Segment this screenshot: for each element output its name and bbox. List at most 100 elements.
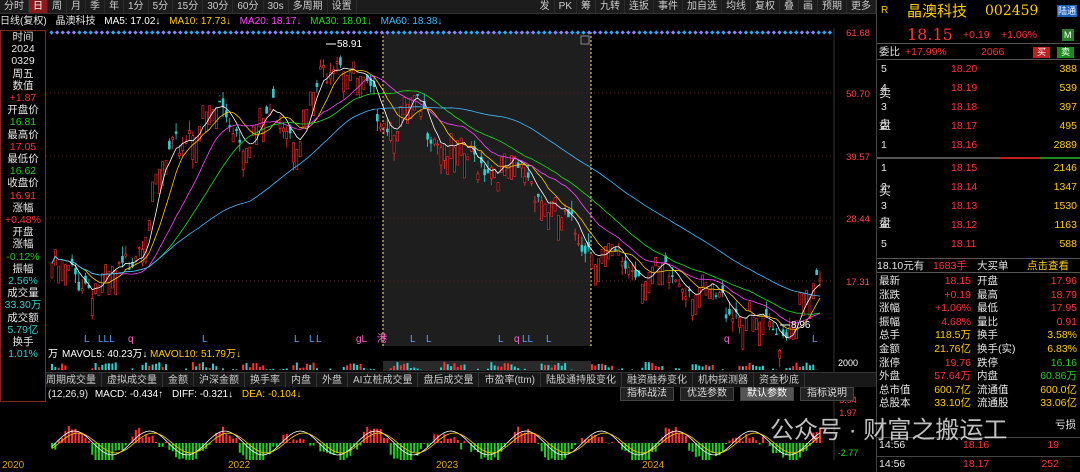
macd-bar [218,432,221,443]
volume-bar [349,363,352,370]
indicator-tab[interactable]: 外盘 [317,373,348,387]
period-button-6[interactable]: 1分 [124,0,149,13]
indicator-tab[interactable]: 机构探测器 [693,373,754,387]
big-order-banner[interactable]: 18.10元有 1683手 大买单 点击查看 [877,258,1080,273]
macd-bar [346,443,349,458]
macd-bar [483,443,486,458]
volume-bar [554,365,557,370]
stat-label: 最新 [879,275,900,287]
tool-button-5[interactable]: 事件 [654,0,683,13]
macd-bar [386,438,389,443]
macd-bar [631,443,634,460]
period-button-0[interactable]: 分时 [0,0,29,13]
m-badge[interactable]: M [1062,29,1074,41]
volume-bar [440,367,443,370]
period-button-1[interactable]: 日 [29,0,48,13]
indicator-tab[interactable]: 沪深金额 [194,373,245,387]
macd-bar [668,428,671,443]
period-button-2[interactable]: 周 [48,0,67,13]
tool-button-11[interactable]: 预期 [818,0,847,13]
indicator-tab[interactable]: 金额 [163,373,194,387]
volume-bar [748,362,751,370]
tool-button-9[interactable]: 叠 [780,0,799,13]
indicator-tab[interactable]: 盘后成交量 [418,373,480,387]
stat-value: 33.06亿 [1040,397,1077,410]
macd-bar [530,432,533,443]
period-button-10[interactable]: 60分 [233,0,264,13]
period-button-9[interactable]: 30分 [203,0,234,13]
tool-button-0[interactable]: 发 [536,0,555,13]
tool-button-3[interactable]: 九转 [596,0,625,13]
volume-bar [590,364,593,370]
volume-bar [547,365,550,370]
period-button-5[interactable]: 年 [105,0,124,13]
volume-bar [416,368,419,370]
indicator-tab[interactable]: 虚拟成交量 [102,373,163,387]
macd-bar [446,438,449,443]
dea-value: DEA: -0.104↓ [241,389,302,400]
tool-button-7[interactable]: 均线 [722,0,751,13]
candle-body [67,264,71,271]
macd-bar [141,437,144,443]
buy-button[interactable]: 买 [1033,47,1051,58]
period-button-11[interactable]: 30s [264,0,289,13]
candle-body [815,269,818,276]
tool-button-1[interactable]: PK [555,0,577,13]
period-button-4[interactable]: 季 [86,0,105,13]
signal-marker: L [202,334,208,345]
macd-bar [604,442,607,443]
volume-bar [342,366,345,370]
macd-bar [84,437,87,443]
volume-bar [751,364,754,370]
indicator-option-button[interactable]: 指标战法 [620,387,674,401]
board-badge[interactable]: 陆通 [1057,5,1078,17]
candle-body [117,261,121,264]
volume-bar [255,363,258,370]
stat-value: 21.76亿 [934,343,971,355]
candle-body [77,281,81,291]
profit-label: 亏损 [1055,419,1076,431]
tool-button-8[interactable]: 复权 [751,0,780,13]
candle-body [701,274,704,287]
macd-bar [463,440,466,443]
period-button-12[interactable]: 多周期 [289,0,328,13]
time-axis: 2020 2022 2023 2024 [0,460,876,472]
indicator-option-button[interactable]: 指标说明 [800,387,854,401]
volume-bar [738,365,741,370]
volume-bar [658,366,661,370]
tool-button-12[interactable]: 更多 [847,0,876,13]
candle-body [345,74,349,90]
period-button-3[interactable]: 月 [67,0,86,13]
candle-body [215,107,218,129]
indicator-tab[interactable]: 内盘 [286,373,317,387]
period-button-7[interactable]: 5分 [149,0,174,13]
candle-body [573,232,577,235]
candle-body [459,137,463,156]
order-price: 18.14 [951,181,978,193]
sell-button[interactable]: 卖 [1057,47,1075,58]
indicator-tab[interactable]: 资金秒底 [754,373,805,387]
volume-bar [252,363,255,370]
indicator-tab[interactable]: 陆股通持股变化 [541,373,622,387]
candle-body [315,82,319,87]
order-row: 3 18.18 397 [877,100,1080,115]
tool-button-6[interactable]: 加自选 [683,0,722,13]
order-price: 18.18 [951,101,978,113]
candle-body [533,200,537,203]
period-button-13[interactable]: 设置 [328,0,357,13]
indicator-option-button[interactable]: 优选参数 [680,387,734,401]
volume-bar [621,368,624,370]
volume-bar [560,365,563,370]
tool-button-10[interactable]: 画 [799,0,818,13]
indicator-tab[interactable]: 市盈率(ttm) [479,373,541,387]
banner-link[interactable]: 点击查看 [1027,259,1069,274]
indicator-tab[interactable]: 换手率 [245,373,286,387]
indicator-option-button[interactable]: 默认参数 [740,387,794,401]
tool-button-4[interactable]: 连扳 [625,0,654,13]
tool-button-2[interactable]: 筹 [577,0,596,13]
indicator-tab[interactable]: AI立桩成交量 [348,373,419,387]
order-row: 1 18.15 2146 [877,161,1080,176]
period-button-8[interactable]: 15分 [173,0,204,13]
stat-row: 振幅 4.68% 量比 0.91 [877,315,1080,329]
indicator-tab[interactable]: 融资融券变化 [622,373,693,387]
